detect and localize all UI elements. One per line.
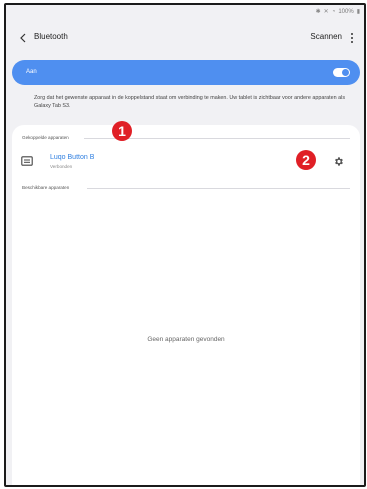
chevron-left-icon: [20, 33, 26, 43]
device-name: Luqo Button B: [50, 154, 95, 161]
annotation-marker-2: 2: [296, 150, 316, 170]
device-status: Verbonden: [50, 164, 73, 169]
wifi-status-icon: ◔: [331, 8, 336, 15]
scan-button[interactable]: Scannen: [310, 32, 342, 41]
battery-percentage: 100%: [338, 8, 354, 15]
switch-knob: [342, 69, 349, 76]
paired-section-title: Gekoppelde apparaten: [22, 135, 69, 140]
battery-icon: ▮: [356, 9, 360, 15]
app-header: Bluetooth Scannen: [6, 29, 364, 49]
tablet-screen: ✱ ✕ ◔ 100% ▮ Bluetooth Scannen Aan Zorg …: [4, 3, 366, 487]
page-title: Bluetooth: [34, 32, 68, 41]
status-bar: ✱ ✕ ◔ 100% ▮: [315, 8, 360, 16]
empty-state-text: Geen apparaten gevonden: [147, 336, 225, 343]
device-settings-button[interactable]: [332, 155, 345, 168]
bluetooth-switch[interactable]: [333, 68, 350, 77]
bluetooth-status-icon: ✱: [315, 9, 321, 15]
available-section-title: Beschikbare apparaten: [22, 185, 70, 190]
gear-icon: [335, 157, 343, 166]
back-button[interactable]: [16, 31, 30, 45]
description-text: Zorg dat het gewenste apparaat in de kop…: [34, 95, 346, 109]
available-section-divider: [87, 188, 350, 189]
keyboard-icon: [21, 156, 33, 166]
devices-panel: Gekoppelde apparaten Luqo Button B Verbo…: [12, 125, 360, 485]
toggle-label: Aan: [26, 69, 37, 75]
annotation-marker-1: 1: [112, 121, 132, 141]
mute-status-icon: ✕: [323, 9, 329, 15]
bluetooth-toggle-card[interactable]: Aan: [12, 60, 360, 85]
more-options-icon[interactable]: [347, 31, 357, 45]
